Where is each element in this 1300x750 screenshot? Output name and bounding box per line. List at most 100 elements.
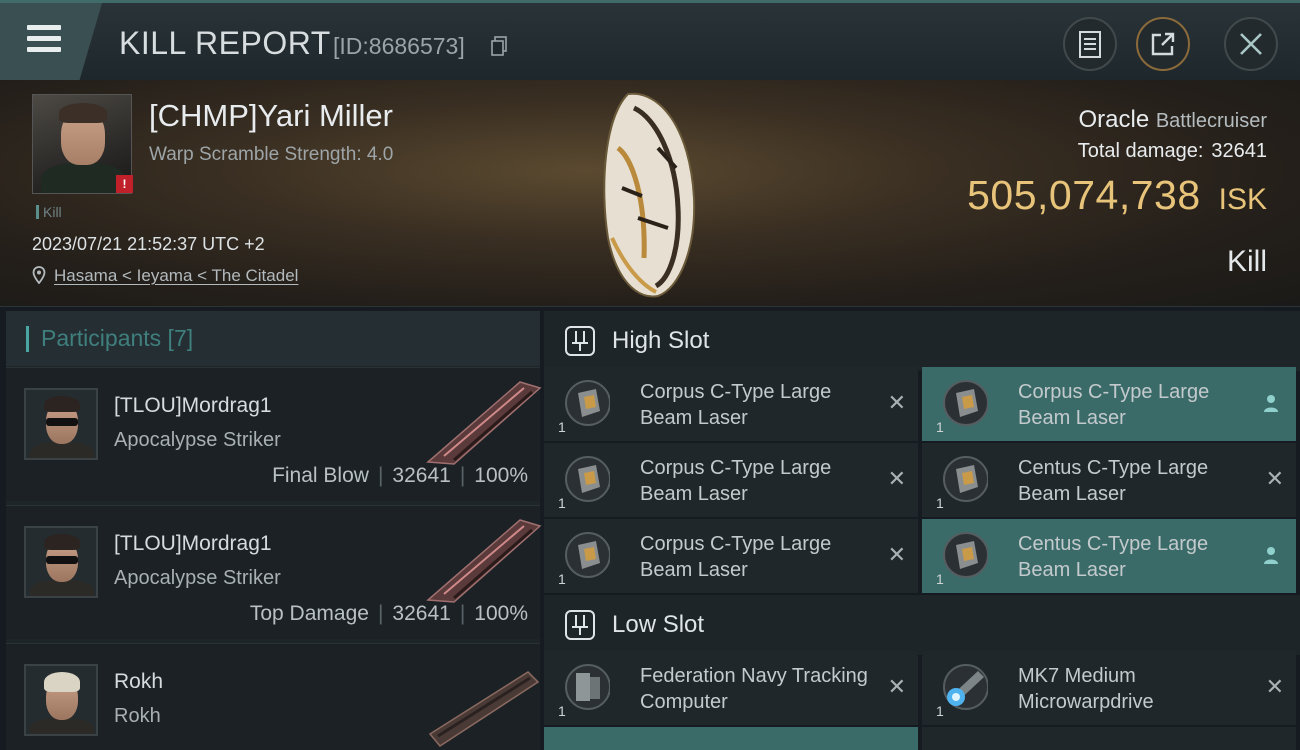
- module-name: Centus C-Type Large Beam Laser: [1018, 457, 1209, 505]
- participant-stats: Final Blow | 32641 | 100%: [272, 464, 528, 487]
- damage-label: Total damage:: [1077, 140, 1204, 162]
- module-name: Corpus C-Type Large Beam Laser: [640, 457, 832, 505]
- isk-value: 505,074,738: [967, 172, 1201, 218]
- alert-badge: !: [116, 175, 133, 193]
- module-name: Corpus C-Type Large Beam Laser: [640, 533, 832, 581]
- location-pin-icon: [32, 266, 46, 284]
- victim-summary: ! [CHMP]Yari Miller Warp Scramble Streng…: [0, 80, 1300, 307]
- module-item[interactable]: 1 Federation Navy Tracking Computer ✕: [544, 651, 918, 725]
- beam-laser-icon: [943, 380, 988, 426]
- module-quantity: 1: [558, 571, 566, 587]
- participant-damage: 32641: [392, 464, 451, 487]
- participant-role: Final Blow: [272, 464, 369, 487]
- participant-name: Rokh: [114, 670, 164, 693]
- participant-avatar: [24, 664, 98, 736]
- person-icon: [1264, 547, 1278, 564]
- tracking-computer-icon: [565, 664, 610, 710]
- page-title: KILL REPORT: [119, 25, 331, 61]
- ship-name: Oracle: [1078, 106, 1150, 133]
- share-icon: [1151, 32, 1175, 56]
- module-name: Federation Navy Tracking Computer: [640, 665, 868, 713]
- destroyed-icon: ✕: [887, 466, 906, 491]
- module-name: Centus C-Type Large Beam Laser: [1018, 533, 1209, 581]
- participant-row[interactable]: [TLOU]Mordrag1 Apocalypse Striker Final …: [6, 367, 542, 501]
- module-item[interactable]: 1 Centus C-Type Large Beam Laser ✕: [922, 443, 1296, 517]
- participant-stats: Top Damage | 32641 | 100%: [249, 602, 528, 625]
- isk-value-line: 505,074,738 ISK: [967, 172, 1267, 219]
- module-item[interactable]: 1 Corpus C-Type Large Beam Laser ✕: [544, 443, 918, 517]
- victim-name[interactable]: [CHMP]Yari Miller: [149, 98, 393, 134]
- module-name: Corpus C-Type Large Beam Laser: [1018, 381, 1210, 429]
- participant-percent: 100%: [474, 464, 528, 487]
- module-item[interactable]: 1 Corpus C-Type Large Beam Laser ✕: [544, 367, 918, 441]
- participant-ship: Rokh: [114, 705, 161, 727]
- destroyed-icon: ✕: [1265, 674, 1284, 699]
- module-quantity: 1: [558, 703, 566, 719]
- menu-button[interactable]: [0, 3, 102, 80]
- report-button[interactable]: [1063, 17, 1117, 71]
- beam-laser-icon: [565, 380, 610, 426]
- kill-datetime: 2023/07/21 21:52:37 UTC +2: [32, 234, 265, 254]
- module-item[interactable]: 1 Corpus C-Type Large Beam Laser: [922, 367, 1296, 441]
- module-item[interactable]: 1 Corpus C-Type Large Beam Laser ✕: [544, 519, 918, 593]
- beam-laser-icon: [943, 456, 988, 502]
- module-name: MK7 Medium Microwarpdrive: [1018, 665, 1154, 713]
- person-icon: [1264, 395, 1278, 412]
- microwarpdrive-icon: [943, 664, 988, 710]
- report-id: [ID:8686573]: [333, 33, 465, 59]
- module-quantity: 1: [936, 419, 944, 435]
- participant-ship: Apocalypse Striker: [114, 429, 281, 451]
- high-slot-icon: [565, 326, 595, 356]
- module-quantity: 1: [558, 419, 566, 435]
- module-item-partial[interactable]: [544, 727, 918, 750]
- participant-ship-image: [426, 381, 542, 465]
- destroyed-icon: ✕: [887, 674, 906, 699]
- participant-row[interactable]: [TLOU]Mordrag1 Apocalypse Striker Top Da…: [6, 505, 542, 639]
- copy-icon[interactable]: [491, 36, 507, 56]
- destroyed-icon: ✕: [887, 542, 906, 567]
- close-icon: [1240, 33, 1262, 55]
- close-button[interactable]: [1224, 17, 1278, 71]
- participant-ship: Apocalypse Striker: [114, 567, 281, 589]
- participant-row[interactable]: Rokh Rokh: [6, 643, 540, 750]
- module-item-partial[interactable]: [922, 727, 1296, 750]
- top-bar: KILL REPORT [ID:8686573]: [0, 0, 1300, 80]
- victim-ship-image: [603, 92, 696, 298]
- kill-tag: Kill: [36, 204, 62, 220]
- share-button[interactable]: [1136, 17, 1190, 71]
- participants-header[interactable]: Participants [7]: [6, 311, 540, 366]
- participant-ship-image: [428, 671, 540, 747]
- destroyed-icon: ✕: [1265, 466, 1284, 491]
- participant-damage: 32641: [392, 602, 451, 625]
- participant-avatar: [24, 388, 98, 460]
- low-slot-title: Low Slot: [612, 611, 705, 638]
- destroyed-icon: ✕: [887, 390, 906, 415]
- participant-name: [TLOU]Mordrag1: [114, 532, 272, 555]
- location-link[interactable]: Hasama < Ieyama < The Citadel: [54, 266, 298, 286]
- result-label: Kill: [1226, 245, 1267, 278]
- high-slot-header: High Slot: [544, 311, 1300, 371]
- high-slot-title: High Slot: [612, 327, 710, 354]
- warp-scramble-strength: Warp Scramble Strength: 4.0: [149, 144, 394, 165]
- participant-percent: 100%: [474, 602, 528, 625]
- isk-unit: ISK: [1218, 183, 1267, 216]
- clipboard-icon: [1079, 31, 1101, 58]
- damage-value: 32641: [1211, 140, 1267, 162]
- module-name: Corpus C-Type Large Beam Laser: [640, 381, 832, 429]
- participant-name: [TLOU]Mordrag1: [114, 394, 272, 417]
- total-damage: Total damage: 32641: [1078, 140, 1267, 163]
- ship-class: Battlecruiser: [1155, 110, 1267, 132]
- participants-title: Participants [7]: [41, 325, 194, 351]
- hamburger-icon: [27, 25, 61, 58]
- participant-role: Top Damage: [249, 602, 369, 625]
- low-slot-icon: [565, 610, 595, 640]
- module-item[interactable]: 1 Centus C-Type Large Beam Laser: [922, 519, 1296, 593]
- beam-laser-icon: [565, 532, 610, 578]
- module-quantity: 1: [558, 495, 566, 511]
- participant-ship-image: [426, 519, 542, 603]
- module-item[interactable]: 1 MK7 Medium Microwarpdrive ✕: [922, 651, 1296, 725]
- module-quantity: 1: [936, 571, 944, 587]
- beam-laser-icon: [943, 532, 988, 578]
- module-quantity: 1: [936, 495, 944, 511]
- victim-ship[interactable]: Oracle Battlecruiser: [1078, 106, 1267, 134]
